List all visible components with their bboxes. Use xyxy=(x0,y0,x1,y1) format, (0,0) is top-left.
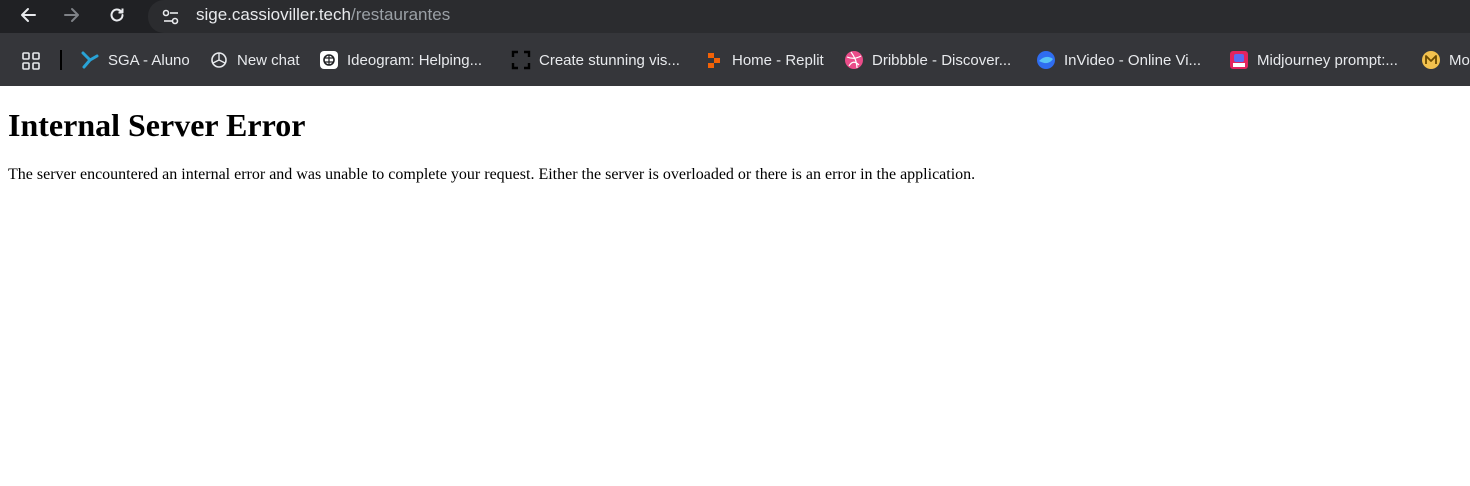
bookmarks-bar: SGA - Aluno New chat Ideogram: Helping..… xyxy=(0,37,1470,83)
url-text[interactable]: sige.cassioviller.tech/restaurantes xyxy=(196,5,450,25)
dribbble-icon xyxy=(844,50,864,70)
bookmark-label: Create stunning vis... xyxy=(539,51,680,69)
reload-button[interactable] xyxy=(103,3,131,27)
back-button[interactable] xyxy=(14,3,42,27)
bookmark-invideo[interactable]: InVideo - Online Vi... xyxy=(1036,47,1201,73)
address-bar[interactable]: sige.cassioviller.tech/restaurantes xyxy=(148,0,1470,33)
bookmark-label: Dribbble - Discover... xyxy=(872,51,1012,69)
bookmark-dribbble[interactable]: Dribbble - Discover... xyxy=(844,47,1011,73)
bookmark-label: Home - Replit xyxy=(732,51,824,69)
apps-button[interactable] xyxy=(20,50,44,74)
browser-toolbar: sige.cassioviller.tech/restaurantes xyxy=(0,0,1470,33)
page-content: Internal Server Error The server encount… xyxy=(8,86,1462,184)
forward-button[interactable] xyxy=(58,3,86,27)
sga-icon xyxy=(80,50,100,70)
bookmark-label: InVideo - Online Vi... xyxy=(1064,51,1202,69)
error-title: Internal Server Error xyxy=(8,107,306,143)
openai-icon xyxy=(209,50,229,70)
arrow-left-icon xyxy=(21,8,36,22)
bookmark-midjourney[interactable]: Midjourney prompt:... xyxy=(1229,47,1398,73)
invideo-icon xyxy=(1036,50,1056,70)
arrow-right-icon xyxy=(64,8,79,22)
bookmark-new-chat[interactable]: New chat xyxy=(209,47,300,73)
url-path: /restaurantes xyxy=(350,5,451,24)
bookmarks-divider xyxy=(60,50,62,70)
bookmark-label: Ideogram: Helping... xyxy=(347,51,483,69)
bookmark-mo[interactable]: Mo xyxy=(1421,47,1470,73)
m-coin-icon xyxy=(1421,50,1441,70)
bookmark-label: Midjourney prompt:... xyxy=(1257,51,1398,69)
bookmark-replit[interactable]: Home - Replit xyxy=(704,47,824,73)
tune-icon xyxy=(162,9,179,25)
bookmark-ideogram[interactable]: Ideogram: Helping... xyxy=(319,47,482,73)
browser-chrome: sige.cassioviller.tech/restaurantes SGA … xyxy=(0,0,1470,86)
midjourney-icon xyxy=(1229,50,1249,70)
bookmark-sga-aluno[interactable]: SGA - Aluno xyxy=(80,47,190,73)
frame-icon xyxy=(511,50,531,70)
ideogram-icon xyxy=(319,50,339,70)
reload-icon xyxy=(110,8,124,22)
site-info-button[interactable] xyxy=(160,6,182,28)
bookmark-label: Mo xyxy=(1449,51,1470,69)
bookmark-label: SGA - Aluno xyxy=(108,51,190,69)
bookmark-create-stunning[interactable]: Create stunning vis... xyxy=(511,47,680,73)
apps-grid-icon xyxy=(22,52,40,70)
error-message: The server encountered an internal error… xyxy=(8,166,976,183)
bookmark-label: New chat xyxy=(237,51,300,69)
url-host: sige.cassioviller.tech xyxy=(196,5,351,24)
replit-icon xyxy=(704,50,724,70)
